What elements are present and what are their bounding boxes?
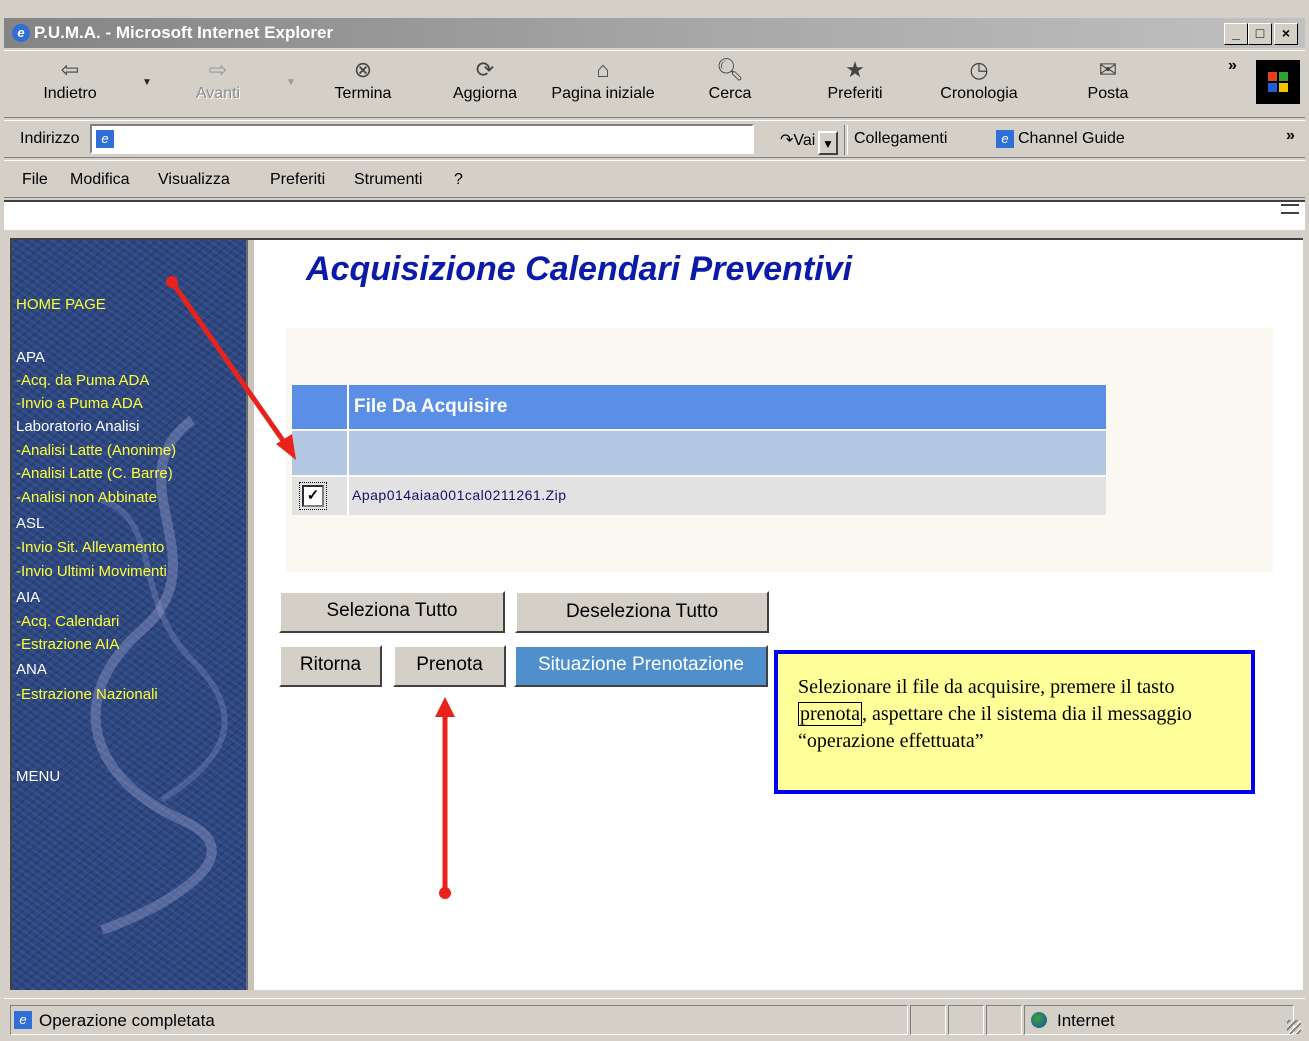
sidebar-item-aia[interactable]: AIA [16, 589, 40, 606]
file-name-cell: Apap014aiaa001cal0211261.Zip [352, 487, 567, 503]
status-text-pane: e Operazione completata [10, 1005, 908, 1035]
sidebar-item-invio-sit-allevamento[interactable]: -Invio Sit. Allevamento [16, 539, 164, 556]
page-icon: e [96, 130, 114, 148]
menu-help[interactable]: ? [454, 171, 463, 189]
address-bar: Indirizzo e ▼ ↷Vai Collegamenti e Channel… [4, 120, 1305, 158]
windows-logo-icon [1256, 60, 1300, 104]
home-button[interactable]: ⌂ Pagina iniziale [540, 53, 666, 115]
back-page-button[interactable]: Ritorna [279, 645, 382, 687]
search-button[interactable]: 🔍︎ Cerca [690, 53, 770, 115]
menu-preferiti[interactable]: Preferiti [270, 171, 325, 189]
frame-resize-handle[interactable] [1281, 204, 1299, 214]
callout-keyword: prenota [798, 702, 862, 726]
forward-button[interactable]: ⇨ Avanti [178, 53, 258, 115]
history-button[interactable]: ◷ Cronologia [926, 53, 1032, 115]
forward-arrow-icon: ⇨ [208, 57, 228, 82]
links-label[interactable]: Collegamenti [854, 130, 947, 148]
resize-grip-icon[interactable] [1287, 1020, 1301, 1034]
browser-toolbar: ⇦ Indietro ▼ ⇨ Avanti ▼ ⊗ Termina ⟳ Aggi… [4, 50, 1305, 118]
sidebar-item-invio-a-puma-ada[interactable]: -Invio a Puma ADA [16, 395, 143, 412]
mail-icon: ✉ [1098, 57, 1118, 82]
status-text: Operazione completata [39, 1011, 215, 1030]
file-checkbox[interactable]: ✓ [299, 482, 327, 510]
sidebar-item-estrazione-nazionali[interactable]: -Estrazione Nazionali [16, 686, 158, 703]
table-subheader-row [292, 431, 1106, 475]
sidebar-item-analisi-latte-anonime[interactable]: -Analisi Latte (Anonime) [16, 442, 176, 459]
sidebar-item-apa[interactable]: APA [16, 349, 45, 366]
select-all-button[interactable]: Seleziona Tutto [279, 591, 505, 633]
sidebar-item-analisi-non-abbinate[interactable]: -Analisi non Abbinate [16, 489, 157, 506]
status-bar: e Operazione completata Internet [4, 998, 1305, 1038]
go-button[interactable]: ↷Vai [780, 130, 815, 150]
page-status-icon: e [14, 1011, 32, 1029]
sidebar-frame-border [246, 240, 254, 990]
table-header-label: File Da Acquisire [354, 396, 508, 417]
address-dropdown-button[interactable]: ▼ [818, 131, 838, 155]
sidebar-item-ana[interactable]: ANA [16, 661, 47, 678]
sidebar-item-home-page[interactable]: HOME PAGE [16, 296, 106, 313]
address-input[interactable]: e ▼ [90, 124, 838, 155]
internet-globe-icon [1031, 1012, 1047, 1028]
go-arrow-icon: ↷ [780, 132, 794, 149]
refresh-button[interactable]: ⟳ Aggiorna [440, 53, 530, 115]
menu-bar: File Modifica Visualizza Preferiti Strum… [4, 160, 1305, 198]
back-arrow-icon: ⇦ [60, 57, 80, 82]
deselect-all-button[interactable]: Deseleziona Tutto [515, 591, 769, 633]
favorites-icon: ★ [845, 57, 865, 82]
book-button[interactable]: Prenota [393, 645, 506, 687]
page-title: Acquisizione Calendari Preventivi [306, 250, 853, 288]
forward-dropdown-icon[interactable]: ▼ [286, 77, 296, 88]
sidebar-item-asl[interactable]: ASL [16, 515, 44, 532]
table-header-row: File Da Acquisire [292, 385, 1106, 429]
stop-icon: ⊗ [353, 57, 373, 82]
sidebar-item-analisi-latte-c-barre[interactable]: -Analisi Latte (C. Barre) [16, 465, 173, 482]
toolbar-more-icon[interactable]: » [1228, 57, 1237, 75]
window-title-bar[interactable]: e P.U.M.A. - Microsoft Internet Explorer… [4, 18, 1305, 48]
menu-visualizza[interactable]: Visualizza [158, 171, 230, 189]
search-icon: 🔍︎ [716, 57, 744, 82]
menu-file[interactable]: File [22, 171, 48, 189]
table-header-check-cell [292, 385, 349, 429]
sidebar-item-acq-da-puma-ada[interactable]: -Acq. da Puma ADA [16, 372, 149, 389]
sidebar-item-invio-ultimi-movimenti[interactable]: -Invio Ultimi Movimenti [16, 563, 167, 580]
ie-page-icon: e [996, 130, 1014, 148]
refresh-icon: ⟳ [475, 57, 495, 82]
zone-label: Internet [1057, 1011, 1115, 1030]
menu-modifica[interactable]: Modifica [70, 171, 130, 189]
ie-logo-icon: e [12, 24, 30, 42]
close-button[interactable]: × [1274, 23, 1298, 45]
maximize-button[interactable]: □ [1248, 23, 1272, 45]
links-more-icon[interactable]: » [1286, 127, 1295, 145]
mail-button[interactable]: ✉ Posta [1068, 53, 1148, 115]
back-dropdown-icon[interactable]: ▼ [142, 77, 152, 88]
sidebar-item-estrazione-aia[interactable]: -Estrazione AIA [16, 636, 119, 653]
history-icon: ◷ [969, 57, 989, 82]
address-label: Indirizzo [20, 130, 80, 147]
security-zone: Internet [1024, 1005, 1294, 1035]
home-icon: ⌂ [596, 57, 610, 82]
sidebar-item-laboratorio-analisi[interactable]: Laboratorio Analisi [16, 418, 139, 435]
top-frame [4, 200, 1305, 230]
booking-status-button[interactable]: Situazione Prenotazione [514, 645, 768, 687]
channel-guide-link[interactable]: e Channel Guide [996, 130, 1125, 148]
sidebar-item-acq-calendari[interactable]: -Acq. Calendari [16, 613, 119, 630]
minimize-button[interactable]: _ [1224, 23, 1248, 45]
stop-button[interactable]: ⊗ Termina [318, 53, 408, 115]
menu-strumenti[interactable]: Strumenti [354, 171, 422, 189]
favorites-button[interactable]: ★ Preferiti [810, 53, 900, 115]
instruction-callout: Selezionare il file da acquisire, premer… [774, 650, 1255, 794]
sidebar-item-menu[interactable]: MENU [16, 768, 60, 785]
window-title: P.U.M.A. - Microsoft Internet Explorer [34, 23, 334, 42]
back-button[interactable]: ⇦ Indietro [30, 53, 110, 115]
table-row: ✓ Apap014aiaa001cal0211261.Zip [292, 477, 1106, 515]
